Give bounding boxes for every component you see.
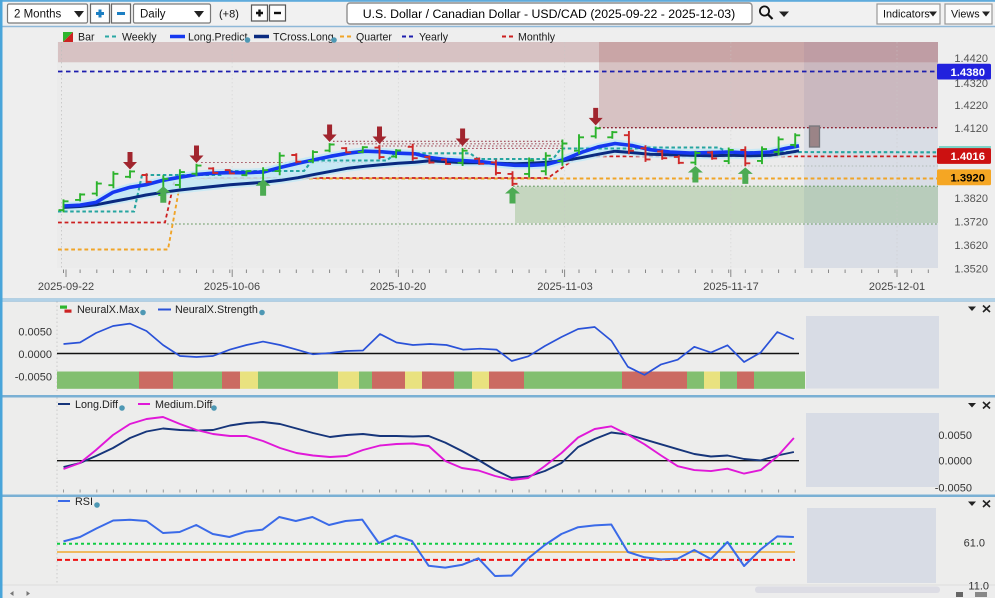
svg-text:0.0050: 0.0050 bbox=[938, 430, 972, 442]
svg-text:2025-12-01: 2025-12-01 bbox=[869, 281, 925, 293]
svg-text:Yearly: Yearly bbox=[419, 32, 449, 44]
svg-text:NeuralX.Strength: NeuralX.Strength bbox=[175, 304, 258, 316]
svg-text:Medium.Diff: Medium.Diff bbox=[155, 399, 213, 411]
svg-text:Monthly: Monthly bbox=[518, 32, 556, 44]
svg-text:1.3720: 1.3720 bbox=[954, 217, 988, 229]
svg-text:0.0000: 0.0000 bbox=[18, 349, 52, 361]
svg-text:-0.0050: -0.0050 bbox=[935, 483, 972, 495]
svg-text:Bar: Bar bbox=[78, 32, 95, 44]
svg-text:2025-10-06: 2025-10-06 bbox=[204, 281, 260, 293]
svg-text:1.4016: 1.4016 bbox=[950, 151, 985, 163]
svg-text:1.4220: 1.4220 bbox=[954, 100, 988, 112]
svg-text:1.4380: 1.4380 bbox=[950, 67, 985, 79]
svg-text:Weekly: Weekly bbox=[122, 32, 157, 44]
svg-text:Long.Predict: Long.Predict bbox=[188, 32, 248, 44]
svg-text:Long.Diff: Long.Diff bbox=[75, 399, 119, 411]
svg-text:1.4120: 1.4120 bbox=[954, 123, 988, 135]
svg-text:1.3620: 1.3620 bbox=[954, 240, 988, 252]
svg-text:11.0: 11.0 bbox=[968, 581, 989, 593]
svg-text:1.3520: 1.3520 bbox=[954, 263, 988, 275]
svg-text:1.3820: 1.3820 bbox=[954, 193, 988, 205]
svg-text:Views: Views bbox=[951, 9, 980, 21]
svg-text:0.0050: 0.0050 bbox=[18, 327, 52, 339]
svg-text:1.4320: 1.4320 bbox=[954, 78, 988, 90]
svg-text:(+8): (+8) bbox=[219, 9, 239, 21]
svg-text:2025-11-03: 2025-11-03 bbox=[537, 281, 592, 293]
svg-text:-0.0050: -0.0050 bbox=[15, 372, 52, 384]
svg-text:0.0000: 0.0000 bbox=[938, 455, 972, 467]
svg-text:Quarter: Quarter bbox=[356, 32, 392, 44]
svg-text:NeuralX.Max: NeuralX.Max bbox=[77, 304, 140, 316]
svg-text:1.3920: 1.3920 bbox=[950, 173, 985, 185]
svg-text:RSI: RSI bbox=[75, 496, 93, 508]
svg-text:1.4420: 1.4420 bbox=[954, 53, 988, 65]
svg-text:U.S. Dollar / Canadian Dollar: U.S. Dollar / Canadian Dollar - USD/CAD … bbox=[363, 7, 736, 21]
svg-text:61.0: 61.0 bbox=[964, 538, 985, 550]
svg-text:2025-10-20: 2025-10-20 bbox=[370, 281, 426, 293]
svg-text:2025-09-22: 2025-09-22 bbox=[38, 281, 94, 293]
svg-text:TCross.Long: TCross.Long bbox=[273, 32, 334, 44]
svg-text:Daily: Daily bbox=[140, 9, 166, 21]
svg-text:2 Months: 2 Months bbox=[14, 9, 62, 21]
svg-text:Indicators: Indicators bbox=[883, 9, 930, 21]
svg-text:2025-11-17: 2025-11-17 bbox=[703, 281, 758, 293]
